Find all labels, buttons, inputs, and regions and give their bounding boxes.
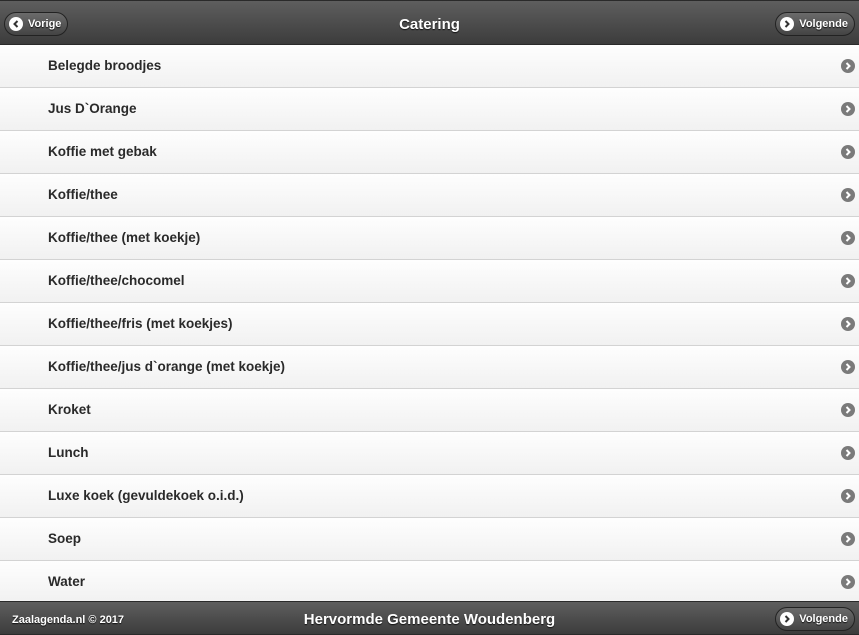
list-item[interactable]: Koffie met gebak bbox=[0, 131, 859, 174]
chevron-right-icon bbox=[780, 17, 795, 31]
chevron-right-icon bbox=[841, 360, 855, 374]
page-title: Catering bbox=[399, 16, 460, 33]
chevron-right-icon bbox=[780, 612, 795, 626]
chevron-right-icon bbox=[841, 575, 855, 589]
footer-next-button[interactable]: Volgende bbox=[775, 607, 855, 631]
list-item[interactable]: Water bbox=[0, 561, 859, 604]
list-item[interactable]: Belegde broodjes bbox=[0, 45, 859, 88]
list-item[interactable]: Lunch bbox=[0, 432, 859, 475]
list-item-label: Water bbox=[48, 574, 86, 589]
chevron-right-icon bbox=[841, 231, 855, 245]
list-item-label: Koffie met gebak bbox=[48, 144, 157, 159]
chevron-right-icon bbox=[841, 188, 855, 202]
chevron-right-icon bbox=[841, 274, 855, 288]
list-item[interactable]: Soep bbox=[0, 518, 859, 561]
list-item[interactable]: Kroket bbox=[0, 389, 859, 432]
list-item-label: Kroket bbox=[48, 402, 91, 417]
list-item[interactable]: Koffie/thee/fris (met koekjes) bbox=[0, 303, 859, 346]
list-item-label: Soep bbox=[48, 531, 82, 546]
list-item-label: Jus D`Orange bbox=[48, 101, 137, 116]
list-item[interactable]: Koffie/thee/jus d`orange (met koekje) bbox=[0, 346, 859, 389]
list-item-label: Koffie/thee (met koekje) bbox=[48, 230, 201, 245]
list-item[interactable]: Luxe koek (gevuldekoek o.i.d.) bbox=[0, 475, 859, 518]
list-item-label: Koffie/thee/chocomel bbox=[48, 273, 185, 288]
chevron-left-icon bbox=[9, 17, 23, 31]
footer-next-button-label: Volgende bbox=[799, 613, 848, 625]
chevron-right-icon bbox=[841, 489, 855, 503]
list-item-label: Lunch bbox=[48, 445, 89, 460]
chevron-right-icon bbox=[841, 446, 855, 460]
list-item[interactable]: Koffie/thee bbox=[0, 174, 859, 217]
chevron-right-icon bbox=[841, 317, 855, 331]
list-item-label: Belegde broodjes bbox=[48, 58, 162, 73]
list-item-label: Koffie/thee/fris (met koekjes) bbox=[48, 316, 233, 331]
prev-button-label: Vorige bbox=[28, 18, 62, 30]
list-item[interactable]: Koffie/thee (met koekje) bbox=[0, 217, 859, 260]
next-button-label: Volgende bbox=[799, 18, 848, 30]
chevron-right-icon bbox=[841, 532, 855, 546]
list-item[interactable]: Koffie/thee/chocomel bbox=[0, 260, 859, 303]
list-item-label: Koffie/thee/jus d`orange (met koekje) bbox=[48, 359, 286, 374]
footer-bar: Zaalagenda.nl © 2017 Hervormde Gemeente … bbox=[0, 601, 859, 635]
footer-copyright: Zaalagenda.nl © 2017 bbox=[12, 614, 125, 626]
chevron-right-icon bbox=[841, 59, 855, 73]
list-item-label: Luxe koek (gevuldekoek o.i.d.) bbox=[48, 488, 244, 503]
prev-button[interactable]: Vorige bbox=[4, 12, 69, 36]
chevron-right-icon bbox=[841, 102, 855, 116]
next-button[interactable]: Volgende bbox=[775, 12, 855, 36]
footer-title: Hervormde Gemeente Woudenberg bbox=[303, 611, 556, 628]
catering-list: Belegde broodjes Jus D`Orange Koffie met g… bbox=[0, 45, 859, 604]
header-bar: Vorige Catering Volgende bbox=[0, 0, 859, 45]
chevron-right-icon bbox=[841, 145, 855, 159]
list-item[interactable]: Jus D`Orange bbox=[0, 88, 859, 131]
list-item-label: Koffie/thee bbox=[48, 187, 118, 202]
chevron-right-icon bbox=[841, 403, 855, 417]
